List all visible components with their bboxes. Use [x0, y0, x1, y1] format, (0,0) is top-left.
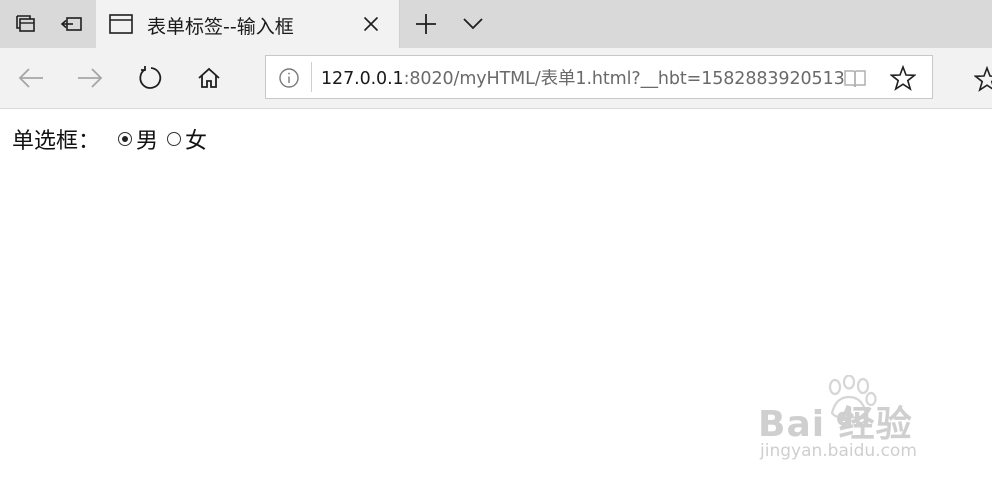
baidu-watermark: Bai 经验 du jingyan.baidu.com	[758, 375, 948, 467]
tabs-aside-icon	[60, 17, 82, 31]
tab-sets-button[interactable]	[8, 0, 44, 48]
tab-sets-icon	[16, 15, 35, 32]
address-separator	[311, 62, 312, 92]
radio-male[interactable]	[118, 132, 133, 146]
close-icon	[363, 16, 379, 32]
navigation-bar: 127.0.0.1:8020/myHTML/表单1.html?__hbt=158…	[0, 48, 992, 109]
chevron-down-icon	[463, 18, 483, 30]
tab-active[interactable]: 表单标签--输入框	[96, 0, 400, 48]
favorites-hub-icon[interactable]	[973, 65, 992, 96]
watermark-site: jingyan.baidu.com	[760, 441, 917, 461]
close-tab-button[interactable]	[359, 12, 383, 36]
radio-male-label: 男	[136, 129, 159, 154]
favorite-star-icon[interactable]	[889, 64, 917, 95]
radio-female-label: 女	[185, 129, 208, 154]
tab-preview-button[interactable]	[455, 0, 491, 48]
browser-window: 表单标签--输入框 127.0.0.1:8020/myHTML/表单1.html…	[0, 0, 992, 484]
arrow-left-icon	[18, 68, 43, 88]
forward-button[interactable]	[74, 62, 106, 94]
radio-group: 单选框： 男 女	[12, 123, 207, 155]
set-tabs-aside-button[interactable]	[54, 0, 90, 48]
radio-group-label: 单选框：	[12, 129, 101, 154]
home-icon	[198, 67, 220, 88]
watermark-brand-du: du	[836, 403, 871, 431]
info-icon[interactable]	[278, 67, 300, 93]
url-path: :8020/myHTML/表单1.html?__hbt=158288392051…	[403, 69, 845, 89]
url-host: 127.0.0.1	[321, 69, 404, 89]
page-icon	[109, 14, 133, 38]
address-bar[interactable]: 127.0.0.1:8020/myHTML/表单1.html?__hbt=158…	[265, 55, 933, 99]
arrow-right-icon	[78, 68, 103, 88]
url-text[interactable]: 127.0.0.1:8020/myHTML/表单1.html?__hbt=158…	[321, 65, 845, 90]
tab-title: 表单标签--输入框	[147, 16, 294, 38]
refresh-icon	[139, 66, 162, 89]
new-tab-button[interactable]	[408, 0, 444, 48]
plus-icon	[416, 14, 436, 34]
reading-view-icon[interactable]	[843, 67, 867, 93]
back-button[interactable]	[15, 62, 47, 94]
radio-female[interactable]	[167, 132, 182, 146]
page-content: 单选框： 男 女 Bai 经验 du jingyan.baidu.com	[0, 109, 992, 484]
tab-bar: 表单标签--输入框	[0, 0, 992, 48]
refresh-button[interactable]	[134, 62, 166, 94]
home-button[interactable]	[193, 62, 225, 94]
